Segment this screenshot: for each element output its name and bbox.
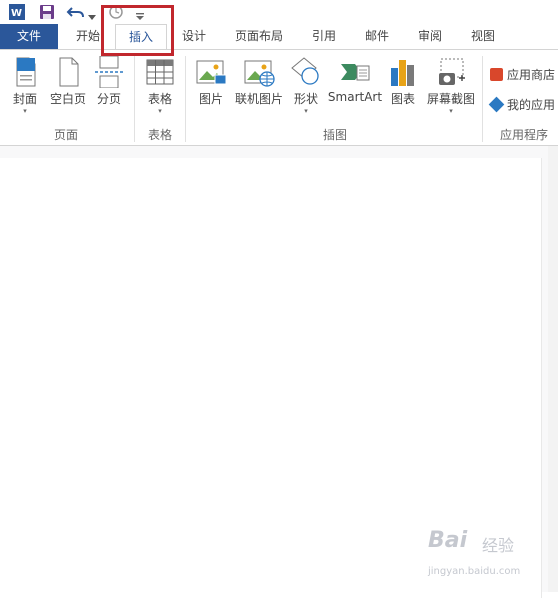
group-divider — [482, 56, 483, 142]
baidu-jingyan-watermark: Bai 经验 jingyan.baidu.com — [418, 528, 538, 582]
shapes-icon — [291, 57, 319, 85]
screenshot-button[interactable]: 屏幕截图 ▾ — [425, 56, 477, 115]
picture-button[interactable]: 图片 — [194, 56, 228, 107]
online-picture-button[interactable]: 联机图片 — [232, 56, 286, 107]
blank-page-label: 空白页 — [49, 92, 86, 106]
chevron-down-icon: ▾ — [304, 107, 308, 115]
ribbon-insert-panel: 封面 ▾ 空白页 分页 页面 表格 ▾ 表格 图片 联机图片 形状 ▾ Smar… — [0, 49, 558, 146]
group-label-tables: 表格 — [147, 128, 172, 142]
cover-page-button[interactable]: 封面 ▾ — [6, 56, 44, 115]
chart-icon — [391, 60, 414, 86]
blank-page-button[interactable]: 空白页 — [46, 56, 90, 107]
tab-review[interactable]: 审阅 — [408, 24, 452, 49]
document-area — [0, 146, 558, 598]
page-break-icon — [95, 56, 123, 88]
group-label-illustrations: 插图 — [322, 128, 347, 142]
shapes-label: 形状 — [293, 92, 318, 106]
app-store-label: 应用商店 — [507, 68, 556, 82]
tab-file[interactable]: 文件 — [0, 24, 58, 49]
screenshot-label: 屏幕截图 — [426, 92, 475, 106]
undo-dropdown-icon[interactable] — [88, 6, 96, 25]
smartart-icon — [341, 64, 370, 81]
table-label: 表格 — [147, 92, 172, 106]
my-apps-label: 我的应用 — [507, 98, 556, 112]
blank-page-icon — [59, 57, 79, 87]
cover-page-icon — [16, 57, 36, 87]
app-store-button[interactable]: 应用商店 — [490, 66, 555, 83]
insert-tab-highlight-box — [101, 5, 174, 56]
watermark-brand: Bai — [428, 528, 468, 553]
group-divider — [134, 56, 135, 142]
online-picture-icon — [244, 60, 275, 87]
my-apps-icon — [488, 96, 505, 113]
ribbon-tab-bar: 文件 开始 插入 设计 页面布局 引用 邮件 审阅 视图 — [0, 24, 558, 50]
page-break-button[interactable]: 分页 — [93, 56, 125, 107]
watermark-url: jingyan.baidu.com — [428, 566, 521, 577]
picture-icon — [196, 60, 227, 85]
chart-label: 图表 — [390, 92, 415, 106]
save-icon[interactable] — [38, 3, 56, 25]
table-button[interactable]: 表格 ▾ — [143, 56, 177, 115]
my-apps-button[interactable]: 我的应用 — [488, 96, 556, 113]
store-icon — [490, 68, 503, 81]
tab-page-layout[interactable]: 页面布局 — [228, 24, 290, 49]
picture-label: 图片 — [198, 92, 223, 106]
group-label-apps: 应用程序 — [500, 128, 549, 142]
smartart-button[interactable]: SmartArt — [327, 56, 383, 104]
online-picture-label: 联机图片 — [234, 92, 283, 106]
tab-references[interactable]: 引用 — [302, 24, 346, 49]
tab-view[interactable]: 视图 — [461, 24, 505, 49]
screenshot-icon — [439, 58, 465, 85]
chevron-down-icon: ▾ — [449, 107, 453, 115]
tab-design[interactable]: 设计 — [172, 24, 216, 49]
cover-page-label: 封面 — [12, 92, 37, 106]
table-icon — [146, 59, 174, 85]
page-break-label: 分页 — [96, 92, 121, 106]
undo-icon[interactable] — [66, 3, 86, 25]
group-label-pages: 页面 — [53, 128, 78, 142]
tab-mailings[interactable]: 邮件 — [355, 24, 399, 49]
svg-text:W: W — [11, 8, 22, 19]
chart-button[interactable]: 图表 — [387, 56, 419, 107]
quick-access-toolbar: W — [0, 0, 558, 24]
chevron-down-icon: ▾ — [158, 107, 162, 115]
group-divider — [185, 56, 186, 142]
smartart-label: SmartArt — [327, 90, 383, 104]
chevron-down-icon: ▾ — [23, 107, 27, 115]
shapes-button[interactable]: 形状 ▾ — [290, 56, 322, 115]
vertical-scrollbar[interactable] — [548, 146, 558, 592]
word-app-icon[interactable]: W — [8, 3, 26, 25]
watermark-jing: 经验 — [482, 536, 515, 555]
